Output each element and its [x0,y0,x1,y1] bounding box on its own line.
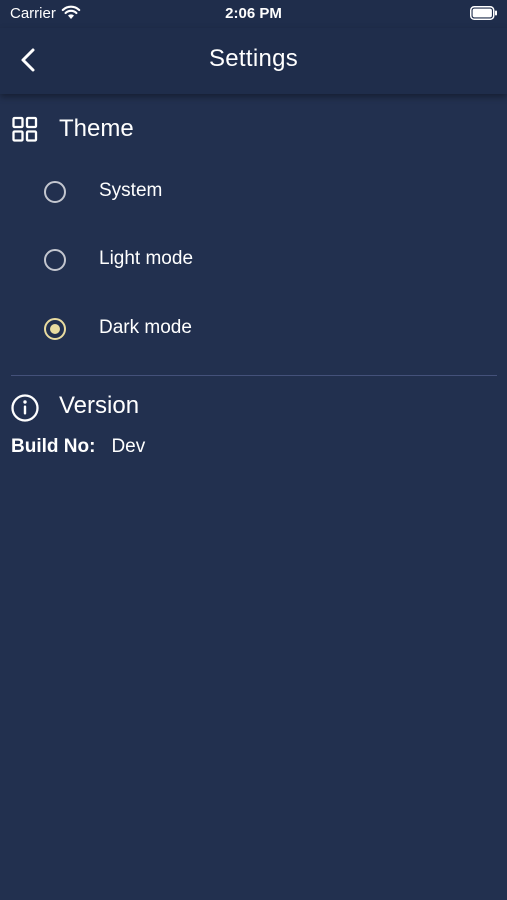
build-number-label: Build No: [11,436,96,457]
info-icon [11,394,39,422]
build-number-row: Build No: Dev [11,436,145,458]
radio-button-unselected[interactable] [44,249,66,271]
grid-icon [12,116,38,142]
radio-button-unselected[interactable] [44,181,66,203]
theme-option-dark-mode[interactable]: Dark mode [40,309,480,349]
radio-button-selected[interactable] [44,318,66,340]
theme-option-label: Dark mode [99,317,192,338]
version-title: Version [59,392,140,419]
theme-option-label: Light mode [99,248,194,269]
nav-bar: Settings [0,28,507,94]
radio-selected-dot [50,324,60,334]
status-time: 2:06 PM [225,5,282,22]
theme-option-system[interactable]: System [40,172,480,212]
theme-title: Theme [59,115,134,142]
build-number-value: Dev [111,436,146,457]
theme-option-label: System [99,180,163,201]
page-title: Settings [208,45,299,72]
theme-option-light-mode[interactable]: Light mode [40,240,480,280]
battery-icon [470,6,497,20]
status-bar: Carrier 2:06 PM [0,0,507,28]
section-divider [11,375,497,376]
